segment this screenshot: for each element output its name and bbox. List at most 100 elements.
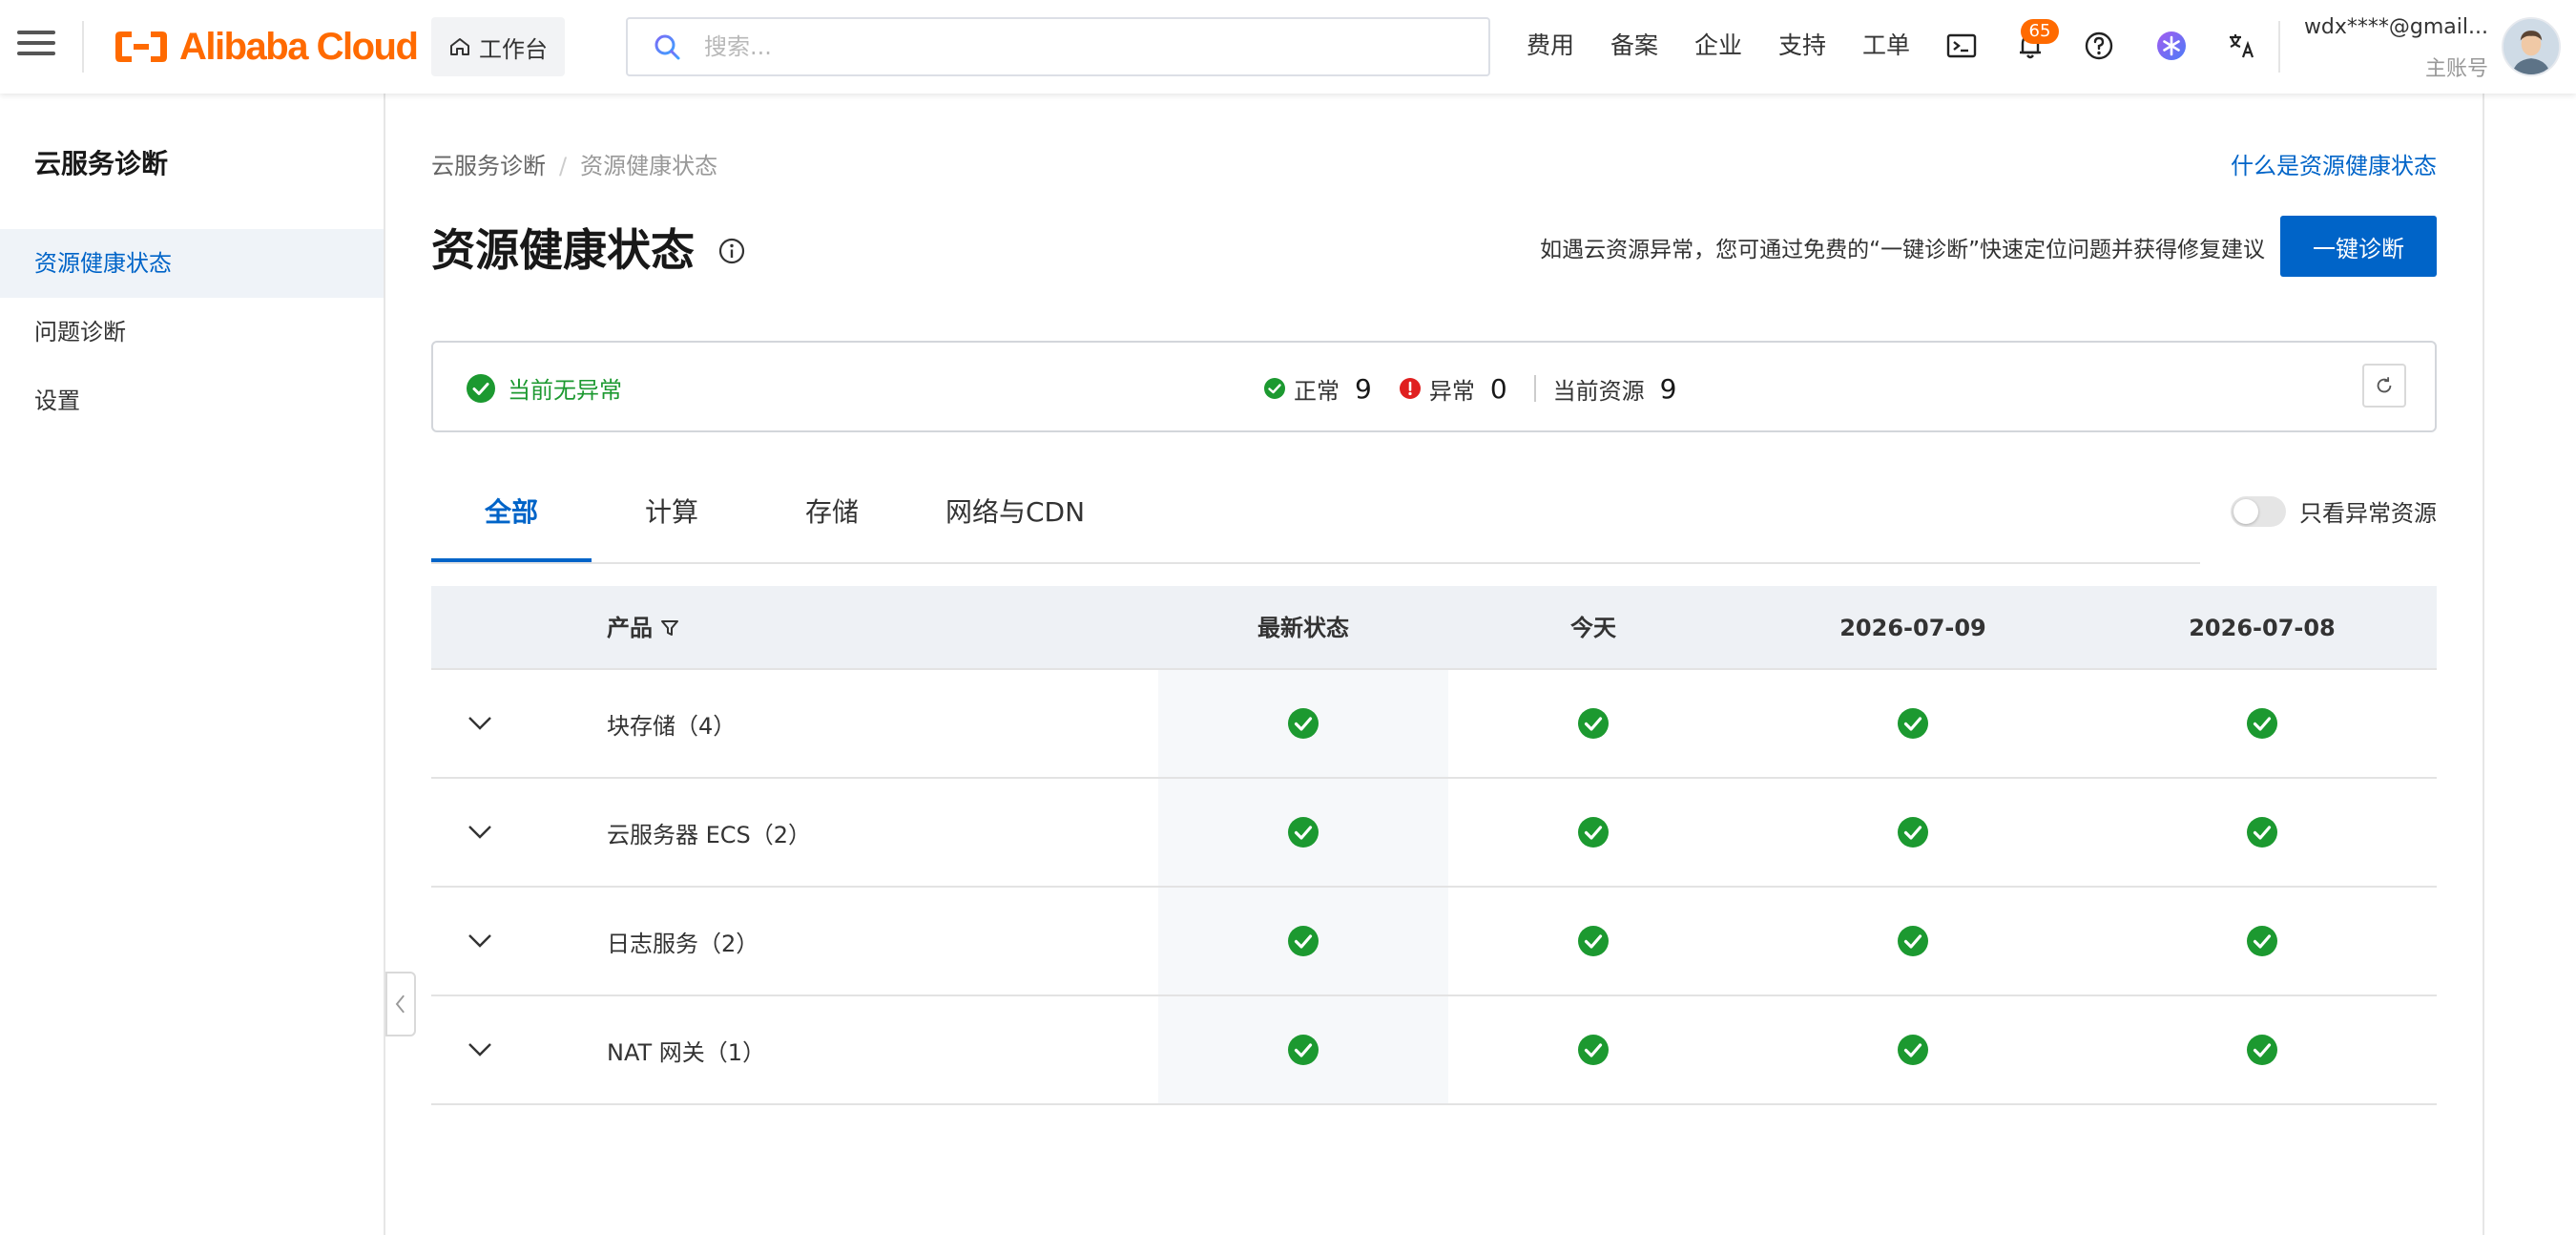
- abnormal-only-label: 只看异常资源: [2299, 500, 2437, 527]
- refresh-icon: [2377, 377, 2392, 393]
- brand-name: Alibaba Cloud: [179, 25, 419, 68]
- sidebar-collapse-button[interactable]: [385, 972, 416, 1036]
- topbar-divider: [2278, 21, 2280, 73]
- table-header: 产品 最新状态 今天 2026-07-09 2026-07-08: [431, 586, 2437, 670]
- breadcrumb-separator: /: [559, 153, 568, 179]
- status-ok-icon: [1158, 996, 1448, 1103]
- product-name[interactable]: 云服务器 ECS（2）: [607, 779, 811, 886]
- status-ok-icon: [1738, 996, 2088, 1103]
- status-ok-icon: [1448, 779, 1738, 886]
- workbench-label: 工作台: [479, 35, 548, 63]
- breadcrumb: 云服务诊断 / 资源健康状态: [431, 147, 717, 180]
- table-row: 云服务器 ECS（2）: [431, 779, 2437, 888]
- health-summary-bar: 当前无异常 正常 9 异常 0 当前资源 9: [431, 341, 2437, 432]
- search-box[interactable]: [626, 17, 1490, 76]
- breadcrumb-parent[interactable]: 云服务诊断: [431, 153, 546, 179]
- counts-divider: [1533, 375, 1536, 402]
- notification-count-badge: 65: [2021, 19, 2059, 44]
- expand-row-button[interactable]: [456, 888, 504, 994]
- top-navigation-bar: Alibaba Cloud 工作台 费用 备案 企业 支持 工单 65 wdx*…: [0, 0, 2576, 94]
- status-ok-icon: [1738, 670, 2088, 777]
- abnormal-only-toggle[interactable]: [2231, 495, 2286, 527]
- status-ok-icon: [2088, 888, 2437, 994]
- status-ok-icon: [1448, 670, 1738, 777]
- nav-link-icp-filing[interactable]: 备案: [1610, 29, 1658, 63]
- column-header-date-2: 2026-07-08: [2189, 615, 2336, 641]
- tab-storage[interactable]: 存储: [752, 477, 912, 562]
- nav-link-billing[interactable]: 费用: [1527, 29, 1574, 63]
- error-circle-icon: [1399, 378, 1421, 399]
- sidebar-item-settings[interactable]: 设置: [0, 366, 384, 435]
- normal-label: 正常: [1294, 377, 1340, 405]
- status-ok-icon: [2088, 996, 2437, 1103]
- product-name[interactable]: NAT 网关（1）: [607, 996, 765, 1103]
- user-avatar-icon: [2503, 19, 2559, 74]
- filter-icon[interactable]: [658, 617, 681, 639]
- help-doc-link[interactable]: 什么是资源健康状态: [2231, 147, 2437, 180]
- breadcrumb-current: 资源健康状态: [580, 153, 718, 179]
- column-header-product-label: 产品: [607, 615, 653, 641]
- check-circle-icon: [467, 373, 495, 403]
- diagnose-hint: 如遇云资源异常，您可通过免费的“一键诊断”快速定位问题并获得修复建议: [1540, 238, 2265, 262]
- avatar[interactable]: [2502, 17, 2561, 76]
- tab-all[interactable]: 全部: [431, 477, 592, 562]
- alibaba-cloud-logo[interactable]: Alibaba Cloud: [113, 25, 419, 69]
- status-ok-icon: [1158, 779, 1448, 886]
- search-input[interactable]: [704, 33, 1467, 60]
- status-ok-icon: [2088, 779, 2437, 886]
- category-tabs: 全部 计算 存储 网络与CDN: [431, 477, 2200, 564]
- search-icon: [654, 34, 680, 60]
- menu-icon[interactable]: [17, 27, 55, 65]
- tab-network-cdn[interactable]: 网络与CDN: [912, 477, 1118, 562]
- nav-link-support[interactable]: 支持: [1778, 29, 1826, 63]
- abnormal-label: 异常: [1428, 377, 1475, 405]
- sidebar-item-resource-health[interactable]: 资源健康状态: [0, 229, 384, 298]
- status-ok-icon: [2088, 670, 2437, 777]
- workbench-button[interactable]: 工作台: [431, 17, 565, 76]
- chevron-down-icon: [468, 934, 491, 948]
- column-header-date-1: 2026-07-09: [1839, 615, 1986, 641]
- content-divider: [2483, 94, 2484, 1235]
- nav-link-tickets[interactable]: 工单: [1862, 29, 1910, 63]
- home-icon: [450, 38, 469, 55]
- table-row: NAT 网关（1）: [431, 996, 2437, 1105]
- refresh-button[interactable]: [2362, 364, 2406, 408]
- sidebar: 云服务诊断 资源健康状态 问题诊断 设置: [0, 94, 385, 1235]
- abnormal-only-filter[interactable]: 只看异常资源: [2231, 494, 2437, 528]
- status-ok-icon: [1158, 888, 1448, 994]
- table-row: 块存储（4）: [431, 670, 2437, 779]
- sidebar-item-problem-diagnosis[interactable]: 问题诊断: [0, 298, 384, 366]
- resources-count: 9: [1659, 372, 1677, 405]
- one-click-diagnose-button[interactable]: 一键诊断: [2280, 216, 2437, 277]
- status-summary-text: 当前无异常: [508, 377, 622, 404]
- help-icon[interactable]: [2080, 27, 2118, 65]
- status-ok-icon: [1448, 996, 1738, 1103]
- expand-row-button[interactable]: [456, 779, 504, 886]
- column-header-today: 今天: [1570, 615, 1616, 641]
- info-icon[interactable]: [717, 237, 746, 265]
- status-ok-icon: [1448, 888, 1738, 994]
- column-header-product: 产品: [607, 586, 681, 670]
- abnormal-count: 0: [1489, 372, 1507, 405]
- product-name[interactable]: 块存储（4）: [607, 670, 736, 777]
- user-role: 主账号: [2424, 57, 2488, 81]
- status-summary: 当前无异常: [466, 371, 622, 405]
- chevron-left-icon: [395, 994, 405, 1014]
- chevron-down-icon: [468, 1043, 491, 1057]
- expand-row-button[interactable]: [456, 670, 504, 777]
- resources-label: 当前资源: [1552, 377, 1645, 405]
- ai-assistant-icon[interactable]: [2152, 27, 2191, 65]
- tab-compute[interactable]: 计算: [592, 477, 752, 562]
- user-email[interactable]: wdx****@gmail...: [2297, 15, 2488, 39]
- product-name[interactable]: 日志服务（2）: [607, 888, 758, 994]
- status-ok-icon: [1158, 670, 1448, 777]
- expand-row-button[interactable]: [456, 996, 504, 1103]
- cloud-shell-icon[interactable]: [1942, 27, 1981, 65]
- status-counts: 正常 9 异常 0 当前资源 9: [1263, 371, 1703, 406]
- normal-count: 9: [1355, 372, 1372, 405]
- nav-link-enterprise[interactable]: 企业: [1694, 29, 1742, 63]
- page-title: 资源健康状态: [431, 224, 695, 276]
- alibaba-cloud-logo-mark-icon: [115, 31, 167, 62]
- language-icon[interactable]: [2223, 27, 2261, 65]
- chevron-down-icon: [468, 717, 491, 730]
